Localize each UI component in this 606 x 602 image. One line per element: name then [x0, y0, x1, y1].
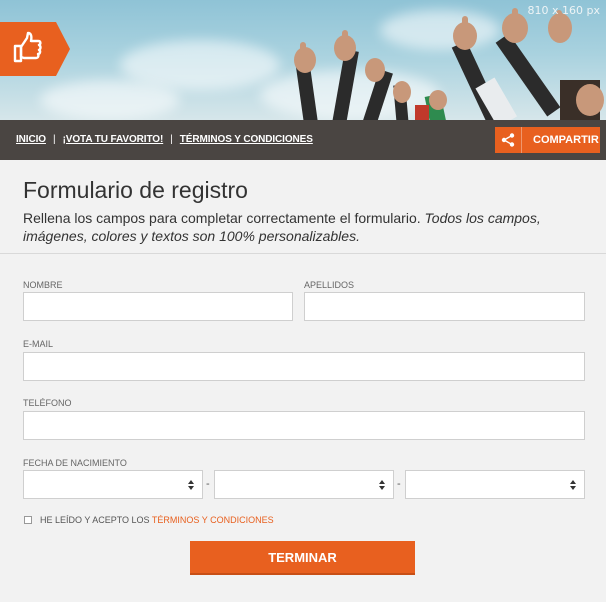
telefono-input[interactable] [23, 411, 585, 440]
thumbs-up-crowd-image [294, 8, 604, 120]
page-title: Formulario de registro [23, 177, 248, 203]
submit-button[interactable]: TERMINAR [190, 541, 415, 575]
divider [0, 253, 606, 254]
intro-text: Rellena los campos para completar correc… [23, 209, 583, 245]
apellidos-input[interactable] [304, 292, 585, 321]
share-icon [495, 127, 522, 153]
intro-plain: Rellena los campos para completar correc… [23, 210, 425, 226]
email-input[interactable] [23, 352, 585, 381]
nav-link-vota[interactable]: ¡VOTA TU FAVORITO! [63, 134, 164, 145]
select-arrows-icon [379, 480, 385, 490]
header-banner: 810 x 160 px [0, 0, 606, 120]
share-button-label: COMPARTIR [533, 134, 599, 146]
nav-separator: | [52, 134, 56, 145]
terms-checkbox[interactable] [24, 516, 32, 524]
nombre-label: NOMBRE [23, 280, 63, 290]
nombre-input[interactable] [23, 292, 293, 321]
date-separator: - [397, 478, 401, 490]
month-select[interactable] [214, 470, 394, 499]
nav-link-inicio[interactable]: INICIO [16, 134, 46, 145]
year-select[interactable] [405, 470, 585, 499]
day-select[interactable] [23, 470, 203, 499]
nav-link-terminos[interactable]: TÉRMINOS Y CONDICIONES [180, 134, 313, 145]
nav-separator: | [170, 134, 173, 145]
date-separator: - [206, 478, 210, 490]
select-arrows-icon [188, 480, 194, 490]
fecha-label: FECHA DE NACIMIENTO [23, 458, 127, 468]
select-arrows-icon [570, 480, 576, 490]
email-label: E-MAIL [23, 339, 54, 349]
nav-links: INICIO | ¡VOTA TU FAVORITO! | TÉRMINOS Y… [16, 134, 313, 145]
share-button[interactable]: COMPARTIR [495, 127, 600, 153]
terms-text: HE LEÍDO Y ACEPTO LOS TÉRMINOS Y CONDICI… [40, 515, 274, 525]
terms-link[interactable]: TÉRMINOS Y CONDICIONES [152, 515, 274, 525]
banner-size-label: 810 x 160 px [527, 4, 600, 17]
telefono-label: TELÉFONO [23, 398, 72, 408]
apellidos-label: APELLIDOS [304, 280, 355, 290]
terms-prefix: HE LEÍDO Y ACEPTO LOS [40, 515, 152, 525]
logo-badge[interactable] [0, 22, 70, 76]
